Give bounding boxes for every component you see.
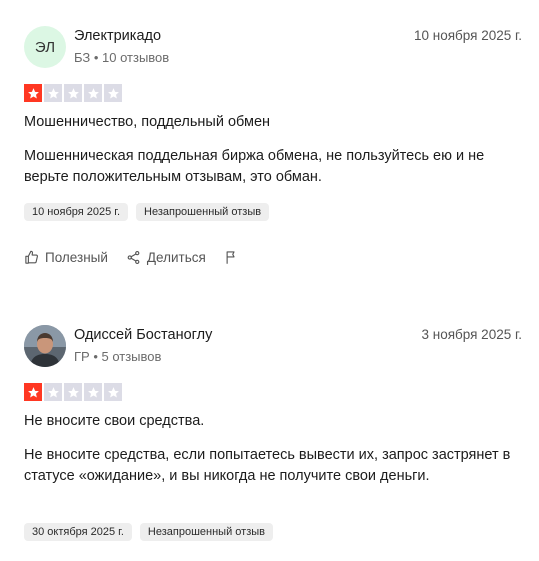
helpful-label: Полезный: [45, 250, 108, 265]
star-rating: [24, 383, 122, 401]
review-title: Мошенничество, поддельный обмен: [24, 114, 271, 130]
author-meta: ГР • 5 отзывов: [74, 349, 162, 364]
avatar[interactable]: ЭЛ: [24, 26, 66, 68]
star-icon: [64, 383, 82, 401]
avatar[interactable]: [24, 325, 66, 367]
review-type-tag: Незапрошенный отзыв: [139, 523, 273, 541]
review-text: Не вносите средства, если попытаетесь вы…: [24, 447, 511, 484]
review-tags: 30 октября 2025 г. Незапрошенный отзыв: [24, 523, 273, 541]
star-icon: [84, 383, 102, 401]
star-icon: [44, 84, 62, 102]
review-title: Не вносите свои средства.: [24, 413, 205, 429]
helpful-button[interactable]: Полезный: [24, 250, 108, 265]
review-date: 3 ноября 2025 г.: [421, 327, 523, 342]
share-button[interactable]: Делиться: [126, 250, 206, 265]
star-icon: [24, 84, 42, 102]
star-icon: [64, 84, 82, 102]
review-date: 10 ноября 2025 г.: [414, 28, 522, 43]
star-icon: [44, 383, 62, 401]
report-button[interactable]: [224, 250, 239, 265]
star-rating: [24, 84, 122, 102]
thumbs-up-icon: [25, 250, 38, 264]
author-name[interactable]: Электрикадо: [74, 28, 161, 44]
review-type-tag: Незапрошенный отзыв: [136, 203, 270, 221]
review-text: Мошенническая поддельная биржа обмена, н…: [24, 148, 485, 185]
review-actions: Полезный Делиться: [24, 250, 239, 265]
star-icon: [104, 383, 122, 401]
author-name[interactable]: Одиссей Бостаноглу: [74, 327, 212, 343]
flag-icon: [226, 251, 235, 264]
share-label: Делиться: [146, 250, 206, 265]
star-icon: [84, 84, 102, 102]
share-icon: [127, 251, 140, 264]
date-tag: 30 октября 2025 г.: [24, 523, 132, 541]
user-photo-icon: [24, 325, 66, 367]
review-tags: 10 ноября 2025 г. Незапрошенный отзыв: [24, 203, 270, 221]
star-icon: [104, 84, 122, 102]
author-meta: БЗ • 10 отзывов: [74, 50, 170, 65]
date-tag: 10 ноября 2025 г.: [24, 203, 128, 221]
star-icon: [24, 383, 42, 401]
